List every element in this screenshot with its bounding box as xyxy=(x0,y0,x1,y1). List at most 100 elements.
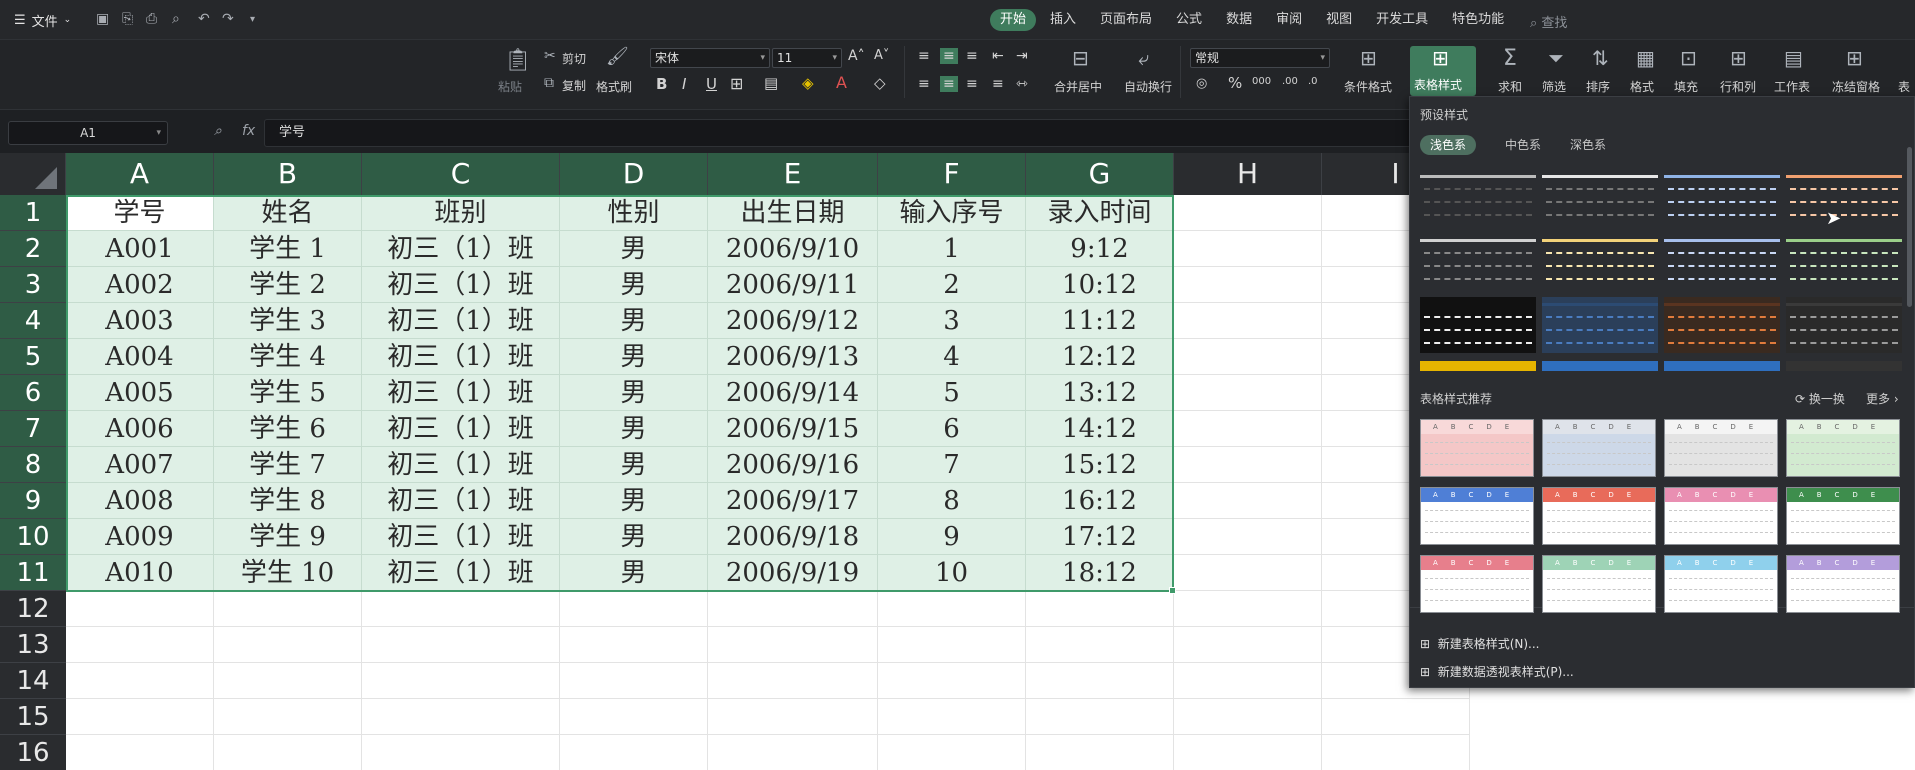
table-cell[interactable]: 男 xyxy=(560,555,708,591)
clear-format-icon[interactable]: ◇ xyxy=(874,74,886,92)
format-painter-button[interactable]: 格式刷 xyxy=(596,78,632,95)
empty-cell[interactable] xyxy=(708,735,878,770)
preset-style-swatch[interactable] xyxy=(1420,361,1536,371)
table-cell[interactable]: 男 xyxy=(560,411,708,447)
sum-icon[interactable]: Σ xyxy=(1503,48,1517,70)
empty-cell[interactable] xyxy=(1174,483,1322,519)
table-cell[interactable]: 2006/9/18 xyxy=(708,519,878,555)
recommended-style-swatch[interactable]: ABCDE xyxy=(1542,555,1656,613)
table-cell[interactable]: 18:12 xyxy=(1026,555,1174,591)
table-cell[interactable]: 2006/9/19 xyxy=(708,555,878,591)
table-tools-button[interactable]: 表 xyxy=(1898,78,1910,95)
empty-cell[interactable] xyxy=(1174,375,1322,411)
empty-cell[interactable] xyxy=(878,699,1026,735)
table-cell[interactable]: 学生 7 xyxy=(214,447,362,483)
table-cell[interactable]: 学生 1 xyxy=(214,231,362,267)
borders-icon[interactable]: ⊞ xyxy=(730,74,743,93)
table-cell[interactable]: 2006/9/14 xyxy=(708,375,878,411)
header-cell[interactable]: 录入时间 xyxy=(1026,195,1174,231)
table-cell[interactable]: 16:12 xyxy=(1026,483,1174,519)
tab-data[interactable]: 数据 xyxy=(1216,9,1262,31)
table-cell[interactable]: 2006/9/15 xyxy=(708,411,878,447)
underline-icon[interactable]: U xyxy=(706,75,717,93)
paste-icon[interactable]: 📋︎ xyxy=(504,50,532,72)
table-cell[interactable]: 初三（1）班 xyxy=(362,231,560,267)
tab-home[interactable]: 开始 xyxy=(990,9,1037,31)
table-cell[interactable]: 10:12 xyxy=(1026,267,1174,303)
export-icon[interactable]: ⎘ xyxy=(122,11,133,27)
distribute-icon[interactable]: ⇿ xyxy=(1016,76,1028,92)
table-cell[interactable]: 10 xyxy=(878,555,1026,591)
percent-icon[interactable]: % xyxy=(1228,74,1242,92)
table-cell[interactable]: 14:12 xyxy=(1026,411,1174,447)
recommended-style-swatch[interactable]: ABCDE xyxy=(1420,487,1534,545)
bold-icon[interactable]: B xyxy=(656,75,667,93)
preset-style-swatch[interactable] xyxy=(1542,361,1658,371)
table-cell[interactable]: 2006/9/17 xyxy=(708,483,878,519)
table-cell[interactable]: 男 xyxy=(560,303,708,339)
font-shrink-icon[interactable]: A˅ xyxy=(874,48,889,63)
empty-cell[interactable] xyxy=(66,663,214,699)
table-cell[interactable]: 11:12 xyxy=(1026,303,1174,339)
zoom-icon[interactable]: ⌕ xyxy=(214,123,222,139)
recommended-style-swatch[interactable]: ABCDE xyxy=(1542,487,1656,545)
empty-cell[interactable] xyxy=(560,735,708,770)
table-cell[interactable]: A005 xyxy=(66,375,214,411)
preset-style-swatch[interactable] xyxy=(1664,361,1780,371)
format-button[interactable]: 格式 xyxy=(1630,78,1654,95)
row-header-4[interactable]: 4 xyxy=(0,303,66,339)
search-box[interactable]: ⌕ 查找 xyxy=(1530,12,1567,31)
table-cell[interactable]: A007 xyxy=(66,447,214,483)
tab-page-layout[interactable]: 页面布局 xyxy=(1090,9,1162,31)
table-cell[interactable]: A009 xyxy=(66,519,214,555)
row-header-13[interactable]: 13 xyxy=(0,627,66,663)
empty-cell[interactable] xyxy=(560,627,708,663)
filter-dark[interactable]: 深色系 xyxy=(1560,135,1616,155)
copy-button[interactable]: 复制 xyxy=(562,77,586,94)
indent-decrease-icon[interactable]: ⇤ xyxy=(992,48,1004,64)
table-cell[interactable]: 9 xyxy=(878,519,1026,555)
preset-style-swatch[interactable] xyxy=(1420,233,1536,289)
empty-cell[interactable] xyxy=(560,663,708,699)
tab-view[interactable]: 视图 xyxy=(1316,9,1362,31)
table-cell[interactable]: A002 xyxy=(66,267,214,303)
file-menu-button[interactable]: ☰ 文件 ⌄ xyxy=(14,10,71,30)
empty-cell[interactable] xyxy=(1174,735,1322,770)
increase-decimal-icon[interactable]: .00 xyxy=(1282,76,1298,87)
table-cell[interactable]: 2006/9/12 xyxy=(708,303,878,339)
empty-cell[interactable] xyxy=(1174,195,1322,231)
column-header-d[interactable]: D xyxy=(560,153,708,195)
filter-light[interactable]: 浅色系 xyxy=(1420,135,1477,155)
table-cell[interactable]: 6 xyxy=(878,411,1026,447)
number-format-select[interactable]: 常规 ▾ xyxy=(1190,48,1330,68)
table-cell[interactable]: 5 xyxy=(878,375,1026,411)
header-cell[interactable]: 输入序号 xyxy=(878,195,1026,231)
column-header-g[interactable]: G xyxy=(1026,153,1174,195)
preset-style-swatch[interactable] xyxy=(1542,297,1658,353)
table-cell[interactable]: 男 xyxy=(560,267,708,303)
empty-cell[interactable] xyxy=(214,699,362,735)
preset-style-swatch[interactable] xyxy=(1542,233,1658,289)
font-color-icon[interactable]: A xyxy=(836,73,847,92)
row-header-10[interactable]: 10 xyxy=(0,519,66,555)
justify-icon[interactable]: ≡ xyxy=(992,76,1004,92)
formula-input[interactable]: 学号 xyxy=(264,119,1414,147)
empty-cell[interactable] xyxy=(1174,303,1322,339)
tab-special[interactable]: 特色功能 xyxy=(1442,9,1514,31)
empty-cell[interactable] xyxy=(560,591,708,627)
format-icon[interactable]: ▦ xyxy=(1636,48,1655,68)
empty-cell[interactable] xyxy=(1322,735,1470,770)
wrap-text-icon[interactable]: ⤶ xyxy=(1138,48,1149,68)
row-header-8[interactable]: 8 xyxy=(0,447,66,483)
header-cell[interactable]: 班别 xyxy=(362,195,560,231)
merge-center-button[interactable]: 合并居中 xyxy=(1054,78,1102,95)
table-cell[interactable]: 初三（1）班 xyxy=(362,483,560,519)
column-header-h[interactable]: H xyxy=(1174,153,1322,195)
sort-button[interactable]: 排序 xyxy=(1586,78,1610,95)
fill-button[interactable]: 填充 xyxy=(1674,78,1698,95)
empty-cell[interactable] xyxy=(214,627,362,663)
empty-cell[interactable] xyxy=(1174,591,1322,627)
empty-cell[interactable] xyxy=(362,735,560,770)
worksheet-icon[interactable]: ▤ xyxy=(1784,48,1803,68)
panel-scrollbar[interactable] xyxy=(1907,147,1912,307)
